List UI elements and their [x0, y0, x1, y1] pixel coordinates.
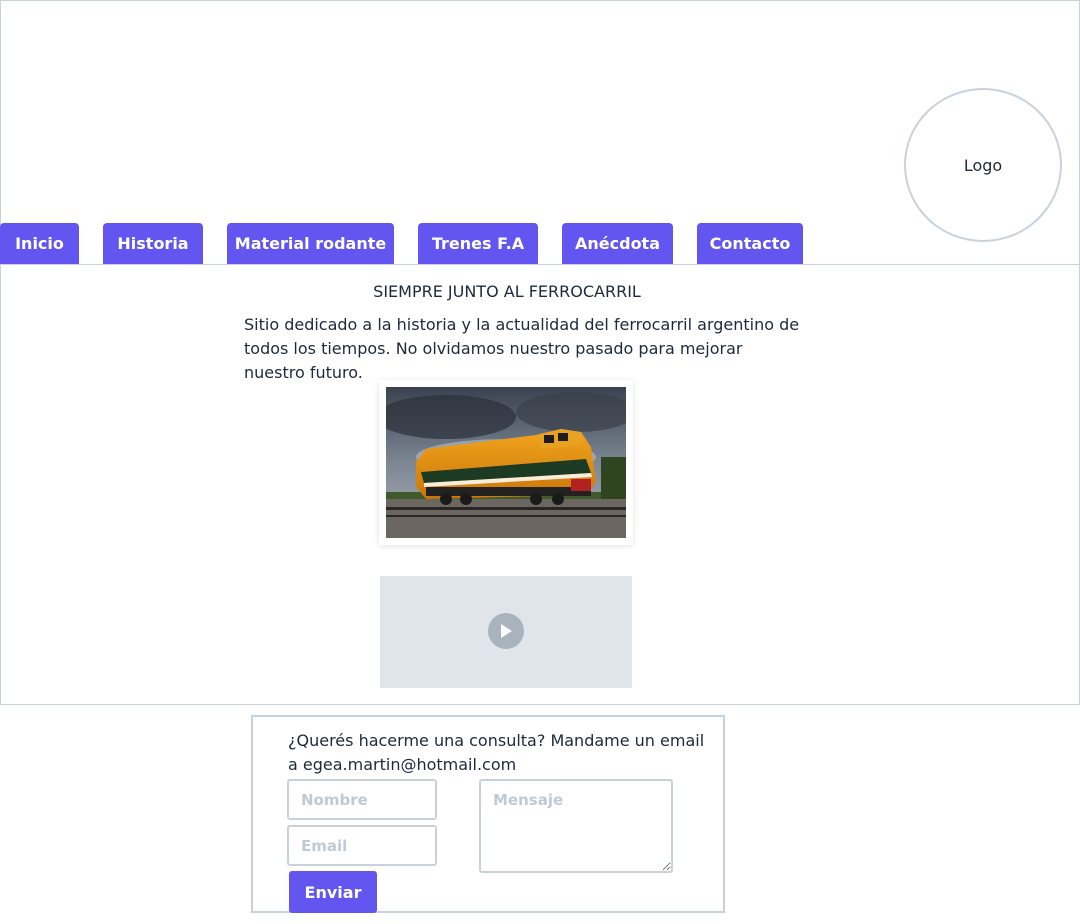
train-photo	[379, 380, 633, 545]
email-input[interactable]	[287, 825, 437, 866]
logo: Logo	[904, 88, 1062, 242]
video-player[interactable]	[380, 576, 632, 688]
intro-text: Sitio dedicado a la historia y la actual…	[244, 315, 800, 382]
nav-inicio[interactable]: Inicio	[0, 223, 79, 264]
send-button[interactable]: Enviar	[289, 871, 377, 913]
nav-anecdota[interactable]: Anécdota	[562, 223, 673, 264]
nav-contacto[interactable]: Contacto	[697, 223, 803, 264]
page: Logo Inicio Historia Material rodante Tr…	[0, 0, 1080, 924]
page-title: SIEMPRE JUNTO AL FERROCARRIL	[373, 282, 641, 301]
play-icon[interactable]	[488, 613, 524, 649]
nav-historia[interactable]: Historia	[103, 223, 203, 264]
nav-trenes-fa[interactable]: Trenes F.A	[418, 223, 538, 264]
contact-text: ¿Querés hacerme una consulta? Mandame un…	[288, 731, 705, 774]
message-input[interactable]	[479, 779, 673, 873]
locomotive-image	[386, 387, 626, 538]
nav-material-rodante[interactable]: Material rodante	[227, 223, 394, 264]
name-input[interactable]	[287, 779, 437, 820]
